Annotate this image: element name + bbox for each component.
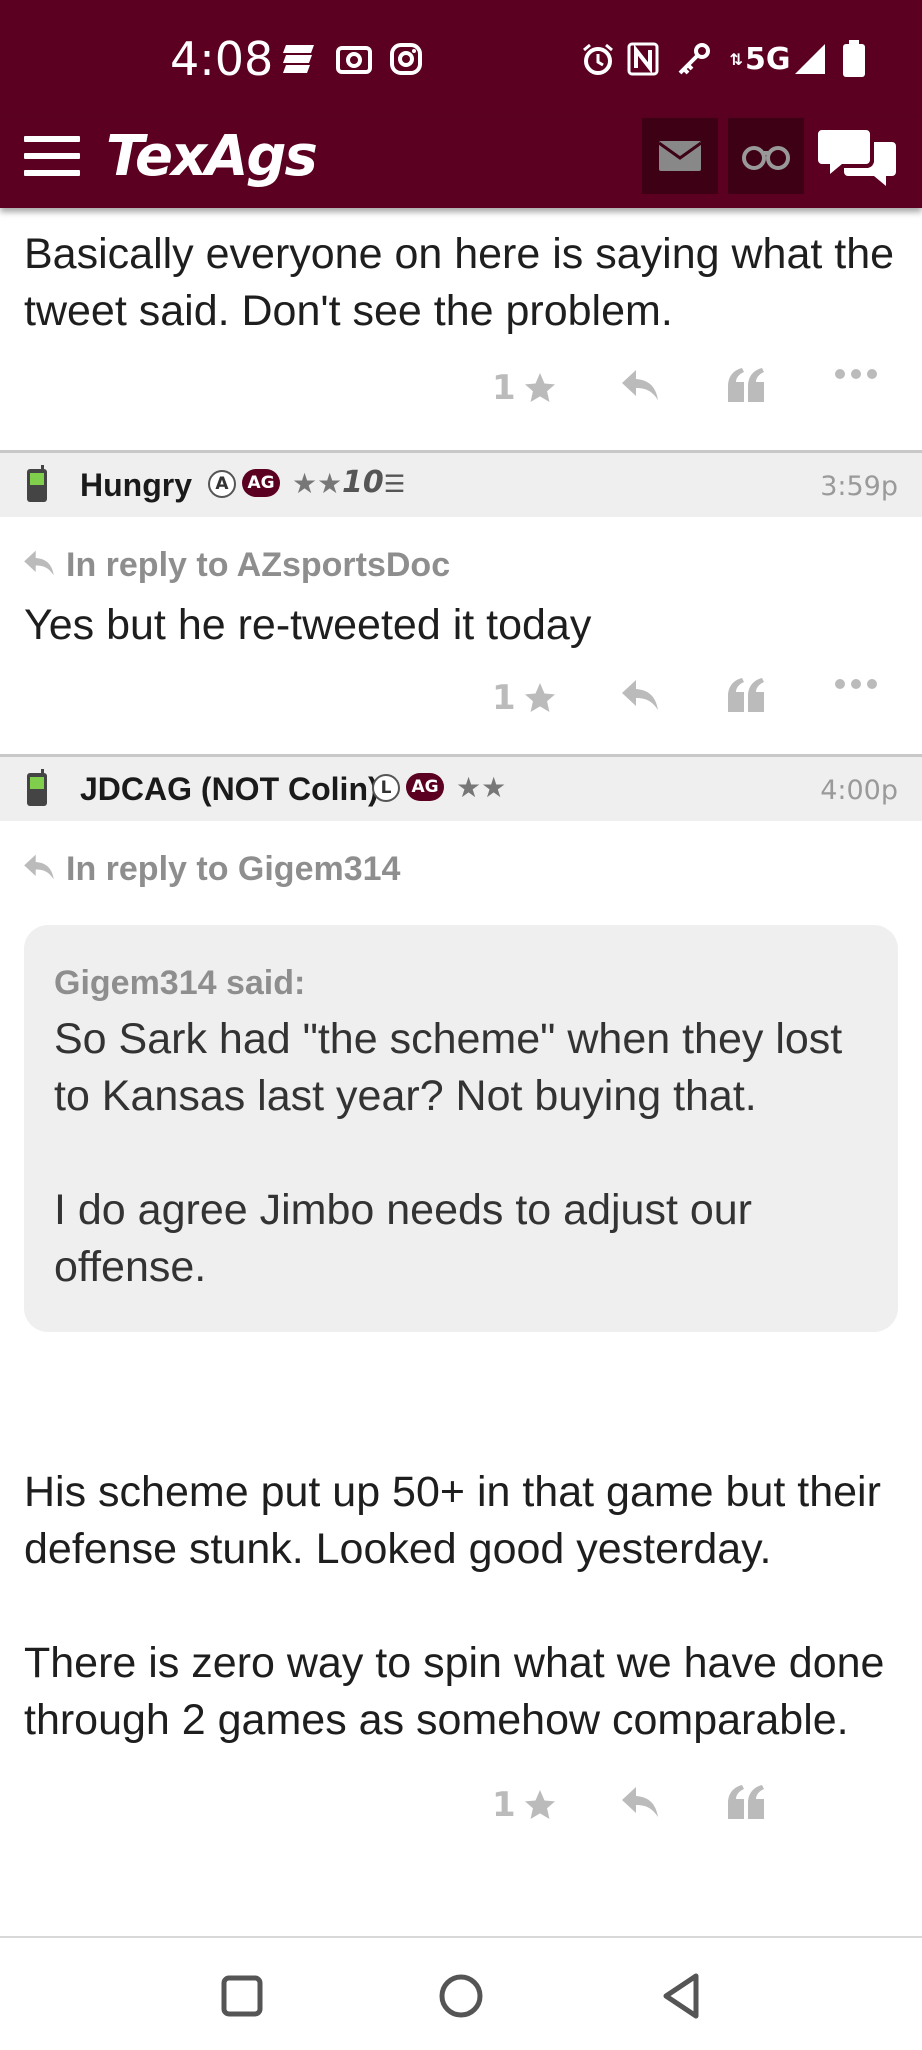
- reply-icon: [622, 680, 658, 710]
- post-time: 3:59p: [820, 471, 898, 502]
- post: Basically everyone on here is saying wha…: [0, 208, 922, 450]
- more-icon: [835, 679, 877, 689]
- reply-to-text: In reply to Gigem314: [66, 850, 401, 888]
- badge-ag: AG: [406, 773, 444, 801]
- thread-content: Basically everyone on here is saying wha…: [0, 208, 922, 1849]
- post-body-paragraph: There is zero way to spin what we have d…: [24, 1639, 885, 1744]
- like-count: 1: [492, 1785, 516, 1825]
- like-count: 1: [492, 678, 516, 718]
- reply-to-link[interactable]: In reply to AZsportsDoc: [0, 537, 922, 593]
- badge-letter: L: [372, 774, 400, 802]
- chat-button[interactable]: [818, 124, 898, 194]
- quote-button[interactable]: [726, 678, 766, 712]
- instagram-icon: [388, 42, 424, 76]
- alarm-icon: [580, 42, 616, 76]
- camera-icon: [336, 42, 372, 76]
- like-count: 1: [492, 368, 516, 408]
- post-body: Yes but he re-tweeted it today: [24, 601, 592, 649]
- binoculars-button[interactable]: [728, 118, 804, 194]
- app-bar: TexAgs: [0, 118, 922, 208]
- post-body: Basically everyone on here is saying wha…: [24, 230, 895, 335]
- post-header: JDCAG (NOT Colin) L AG ★★ 4:00p: [0, 757, 922, 821]
- quote-icon: [728, 678, 764, 712]
- reply-arrow-icon: [24, 854, 54, 880]
- status-time: 4:08: [170, 32, 274, 86]
- badge-ag: AG: [242, 469, 280, 497]
- post: Hungry A AG ★★ 10☰ 3:59p In reply to AZs…: [0, 453, 922, 754]
- signal-icon: [792, 42, 828, 76]
- star-icon: [524, 373, 555, 402]
- star-icon: [524, 1790, 555, 1819]
- mobile-phone-icon: [27, 465, 47, 502]
- post-actions: 1: [0, 340, 922, 450]
- reply-icon: [622, 1787, 658, 1817]
- back-triangle-icon[interactable]: [656, 1970, 708, 2022]
- quote-block: Gigem314 said: So Sark had "the scheme" …: [24, 925, 898, 1332]
- quote-button[interactable]: [726, 1785, 766, 1819]
- star-icon: [524, 683, 555, 712]
- reply-to-link[interactable]: In reply to Gigem314: [0, 841, 922, 897]
- quote-icon: [728, 1785, 764, 1819]
- texags-logo[interactable]: TexAgs: [106, 124, 318, 189]
- home-circle-icon[interactable]: [435, 1970, 487, 2022]
- more-icon: [835, 369, 877, 379]
- rating-stars: ★★: [456, 771, 507, 804]
- binoculars-icon: [742, 146, 790, 170]
- post-header: Hungry A AG ★★ 10☰ 3:59p: [0, 453, 922, 517]
- reply-arrow-icon: [24, 550, 54, 576]
- rank-label: 10: [342, 465, 384, 500]
- post-time: 4:00p: [820, 775, 898, 806]
- reply-button[interactable]: [620, 368, 660, 402]
- badge-letter: A: [208, 470, 236, 498]
- username[interactable]: JDCAG (NOT Colin): [80, 771, 379, 808]
- reply-button[interactable]: [620, 1785, 660, 1819]
- quote-author: Gigem314 said:: [54, 964, 306, 1002]
- post: JDCAG (NOT Colin) L AG ★★ 4:00p In reply…: [0, 757, 922, 1849]
- mail-icon: [659, 141, 701, 171]
- post-actions: 1: [0, 654, 922, 754]
- reply-button[interactable]: [620, 678, 660, 712]
- username[interactable]: Hungry: [80, 467, 192, 504]
- key-icon: [676, 42, 712, 76]
- rank-badge: 10☰: [342, 465, 406, 500]
- like-button[interactable]: 1: [492, 368, 558, 408]
- mobile-phone-icon: [27, 769, 47, 806]
- nfc-icon: [626, 42, 660, 76]
- quote-icon: [728, 368, 764, 402]
- status-bar: 4:08 ⇅ 5G: [0, 0, 922, 122]
- quote-text: So Sark had "the scheme" when they lost …: [54, 1015, 843, 1291]
- rating-stars: ★★: [292, 467, 343, 500]
- chat-icon: [818, 130, 896, 186]
- like-button[interactable]: 1: [492, 1785, 558, 1825]
- network-type: ⇅ 5G: [729, 41, 791, 77]
- reply-to-text: In reply to AZsportsDoc: [66, 546, 451, 584]
- battery-icon: [840, 40, 868, 77]
- mail-button[interactable]: [642, 118, 718, 194]
- post-body-paragraph: His scheme put up 50+ in that game but t…: [24, 1468, 881, 1573]
- post-actions: 1: [0, 1749, 922, 1849]
- more-button[interactable]: [834, 368, 878, 380]
- quote-button[interactable]: [726, 368, 766, 402]
- menu-icon[interactable]: [24, 136, 80, 180]
- like-button[interactable]: 1: [492, 678, 558, 718]
- reply-icon: [622, 370, 658, 400]
- more-button[interactable]: [834, 678, 878, 690]
- system-nav-bar: [0, 1936, 922, 2050]
- news-icon: [282, 42, 316, 76]
- recents-square-icon[interactable]: [216, 1970, 268, 2022]
